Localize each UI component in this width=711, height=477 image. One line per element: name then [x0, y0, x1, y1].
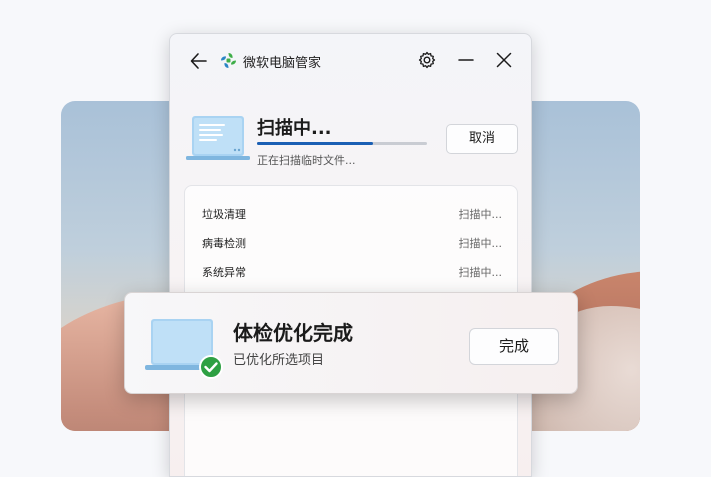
- list-item: 垃圾清理 扫描中...: [202, 206, 502, 226]
- pc-manager-logo-icon: [221, 53, 236, 68]
- pc-manager-window: 微软电脑管家 扫描中... 正在扫描临时文件... 取消 垃圾清理 扫描中...…: [169, 33, 532, 477]
- minimize-icon: [458, 59, 474, 61]
- list-item: 病毒检测 扫描中...: [202, 235, 502, 255]
- laptop-icon: [145, 319, 223, 379]
- minimize-button[interactable]: [456, 50, 476, 70]
- done-button[interactable]: 完成: [469, 328, 559, 365]
- settings-button[interactable]: [417, 50, 437, 70]
- completion-notification: 体检优化完成 已优化所选项目 完成: [124, 292, 578, 394]
- back-button[interactable]: [188, 50, 210, 72]
- cancel-button[interactable]: 取消: [446, 124, 518, 154]
- title-bar: 微软电脑管家: [170, 34, 531, 86]
- gear-icon: [418, 51, 436, 69]
- app-title: 微软电脑管家: [243, 56, 322, 71]
- result-status: 扫描中...: [458, 208, 503, 221]
- scan-progress-bar: [257, 142, 427, 145]
- result-name: 垃圾清理: [202, 208, 246, 221]
- close-icon: [496, 52, 512, 68]
- result-status: 扫描中...: [458, 237, 503, 250]
- notification-subtitle: 已优化所选项目: [233, 353, 325, 368]
- laptop-icon: [186, 116, 250, 160]
- checkmark-icon: [199, 355, 223, 379]
- scan-status-subtitle: 正在扫描临时文件...: [257, 154, 356, 167]
- scan-status-title: 扫描中...: [257, 118, 332, 139]
- result-name: 病毒检测: [202, 237, 246, 250]
- back-arrow-icon: [190, 53, 207, 69]
- notification-title: 体检优化完成: [233, 321, 353, 345]
- result-name: 系统异常: [202, 266, 246, 279]
- close-button[interactable]: [494, 50, 514, 70]
- list-item: 系统异常 扫描中...: [202, 264, 502, 284]
- scan-progress-fill: [257, 142, 373, 145]
- result-status: 扫描中...: [458, 266, 503, 279]
